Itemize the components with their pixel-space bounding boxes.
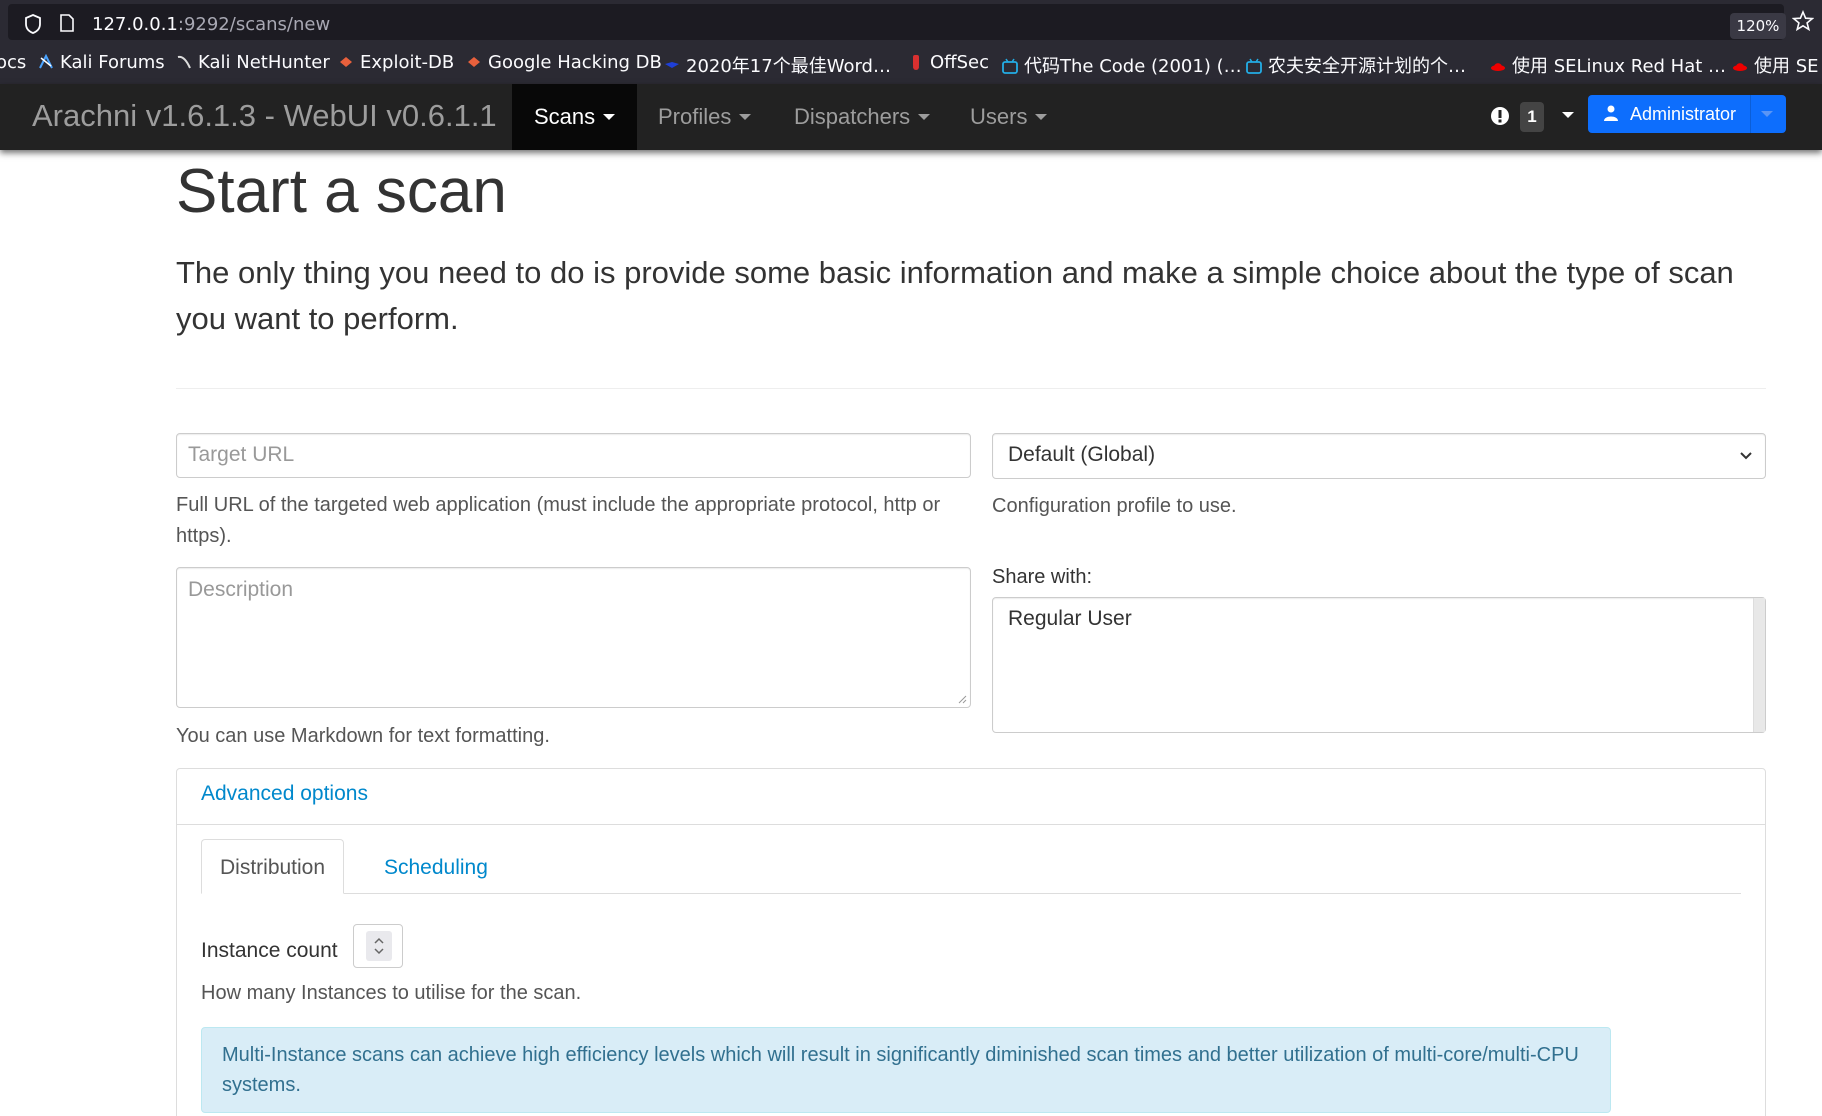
bookmark-label: 2020年17个最佳Word… (686, 56, 891, 77)
exploit-db-icon (340, 57, 352, 67)
bookmark-item[interactable]: 使用 SE (1732, 52, 1819, 78)
instance-count-help: How many Instances to utilise for the sc… (201, 982, 582, 1004)
bilibili-icon (1246, 58, 1262, 74)
share-with-label: Share with: (992, 566, 1093, 588)
bookmarks-toolbar: ocs Kali Forums Kali NetHunter Exploit-D… (0, 44, 1822, 84)
bookmark-item[interactable]: Exploit-DB (338, 52, 454, 73)
bookmark-star-icon[interactable] (1792, 10, 1814, 32)
description-textarea[interactable]: Description (176, 567, 971, 708)
user-menu-toggle[interactable] (1750, 95, 1786, 133)
caret-down-icon (1035, 114, 1048, 120)
bookmark-item[interactable]: 2020年17个最佳Word… (664, 52, 891, 78)
panel-heading: Advanced options (177, 769, 1765, 825)
bookmark-item[interactable]: Kali NetHunter (176, 52, 330, 73)
bookmark-label: 农夫安全开源计划的个… (1268, 56, 1466, 77)
shield-icon[interactable] (24, 14, 42, 34)
bookmark-label: 使用 SE (1754, 56, 1819, 77)
user-name-label: Administrator (1630, 104, 1737, 124)
target-url-help: Full URL of the targeted web application… (176, 494, 941, 547)
profile-selected-value: Default (Global) (1008, 443, 1156, 466)
resize-handle-icon[interactable] (957, 694, 967, 704)
bookmark-item[interactable]: Kali Forums (38, 52, 165, 73)
tab-scheduling[interactable]: Scheduling (365, 839, 507, 894)
caret-down-icon (739, 114, 752, 120)
target-url-placeholder: Target URL (188, 443, 295, 466)
profile-help: Configuration profile to use. (992, 495, 1237, 517)
user-menu-button[interactable]: Administrator (1588, 95, 1786, 133)
kali-dragon-icon (39, 54, 53, 69)
advanced-options-toggle[interactable]: Advanced options (201, 782, 368, 806)
bookmark-label: Exploit-DB (360, 52, 455, 73)
profile-select[interactable]: Default (Global) (992, 433, 1766, 479)
tab-distribution[interactable]: Distribution (201, 839, 345, 894)
nav-item-label: Profiles (658, 104, 732, 129)
bookmark-label: Kali Forums (60, 52, 165, 73)
caret-down-icon (1562, 112, 1574, 118)
chevron-down-icon (1740, 452, 1752, 460)
nav-item-label: Users (970, 104, 1028, 129)
bookmark-label: ocs (0, 52, 27, 73)
instance-count-label: Instance count (201, 939, 338, 962)
offsec-icon (913, 55, 919, 70)
bookmark-label: Google Hacking DB (488, 52, 662, 73)
bookmark-label: OffSec (930, 52, 989, 73)
nav-item-profiles[interactable]: Profiles (636, 84, 773, 150)
redhat-icon (1733, 63, 1747, 71)
nav-item-dispatchers[interactable]: Dispatchers (772, 84, 952, 150)
page-title: Start a scan (176, 157, 507, 226)
browser-url-bar: 127.0.0.1:9292/scans/new 120% (0, 0, 1822, 44)
instance-count-stepper[interactable] (353, 924, 403, 968)
bookmark-label: 使用 SELinux Red Hat … (1512, 56, 1727, 77)
zoom-level[interactable]: 120% (1730, 13, 1786, 39)
url-path: :9292/scans/new (177, 14, 331, 35)
notification-count-badge: 1 (1520, 102, 1544, 132)
caret-down-icon (603, 114, 616, 120)
share-with-select[interactable]: Regular User (992, 597, 1766, 733)
bookmark-item[interactable]: OffSec (908, 52, 989, 73)
page-icon (60, 14, 74, 32)
bookmark-label: 代码The Code (2001) (… (1024, 56, 1242, 77)
ghdb-icon (468, 57, 480, 67)
url-text[interactable]: 127.0.0.1:9292/scans/new (92, 14, 330, 35)
stepper-buttons[interactable] (366, 931, 392, 961)
caret-down-icon (1761, 111, 1773, 117)
nav-item-scans[interactable]: Scans (512, 84, 638, 150)
url-host: 127.0.0.1 (92, 14, 178, 35)
page-lead: The only thing you need to do is provide… (176, 255, 1734, 336)
divider (176, 388, 1766, 389)
address-field[interactable]: 127.0.0.1:9292/scans/new 120% (8, 4, 1786, 40)
nav-item-users[interactable]: Users (948, 84, 1069, 150)
multi-instance-info-alert: Multi-Instance scans can achieve high ef… (201, 1027, 1611, 1113)
redhat-icon (1491, 63, 1505, 71)
wordpress-icon (665, 62, 679, 68)
caret-down-icon (918, 114, 931, 120)
nav-item-label: Dispatchers (794, 104, 911, 129)
user-icon (1604, 105, 1618, 121)
target-url-input[interactable]: Target URL (176, 433, 971, 478)
share-option[interactable]: Regular User (1008, 607, 1132, 631)
nav-item-label: Scans (534, 104, 596, 129)
bookmark-label: Kali NetHunter (198, 52, 330, 73)
bookmark-item[interactable]: Google Hacking DB (466, 52, 662, 73)
bookmark-item[interactable]: 使用 SELinux Red Hat … (1490, 52, 1726, 78)
description-help: You can use Markdown for text formatting… (176, 725, 550, 747)
exclamation-circle-icon (1491, 107, 1509, 125)
nethunter-icon (177, 55, 191, 69)
brand-title[interactable]: Arachni v1.6.1.3 - WebUI v0.6.1.1 (32, 98, 497, 134)
app-navbar: Arachni v1.6.1.3 - WebUI v0.6.1.1 Scans … (0, 84, 1822, 150)
bookmark-item[interactable]: 代码The Code (2001) (… (1002, 52, 1242, 78)
spinner-arrows-icon (374, 937, 384, 955)
bookmark-item[interactable]: 农夫安全开源计划的个… (1246, 52, 1466, 78)
description-placeholder: Description (188, 578, 294, 601)
bilibili-icon (1002, 58, 1018, 74)
advanced-options-panel: Advanced options Distribution Scheduling… (176, 768, 1766, 1116)
share-scrollbar[interactable] (1753, 598, 1765, 732)
bookmark-item[interactable]: ocs (0, 52, 26, 73)
